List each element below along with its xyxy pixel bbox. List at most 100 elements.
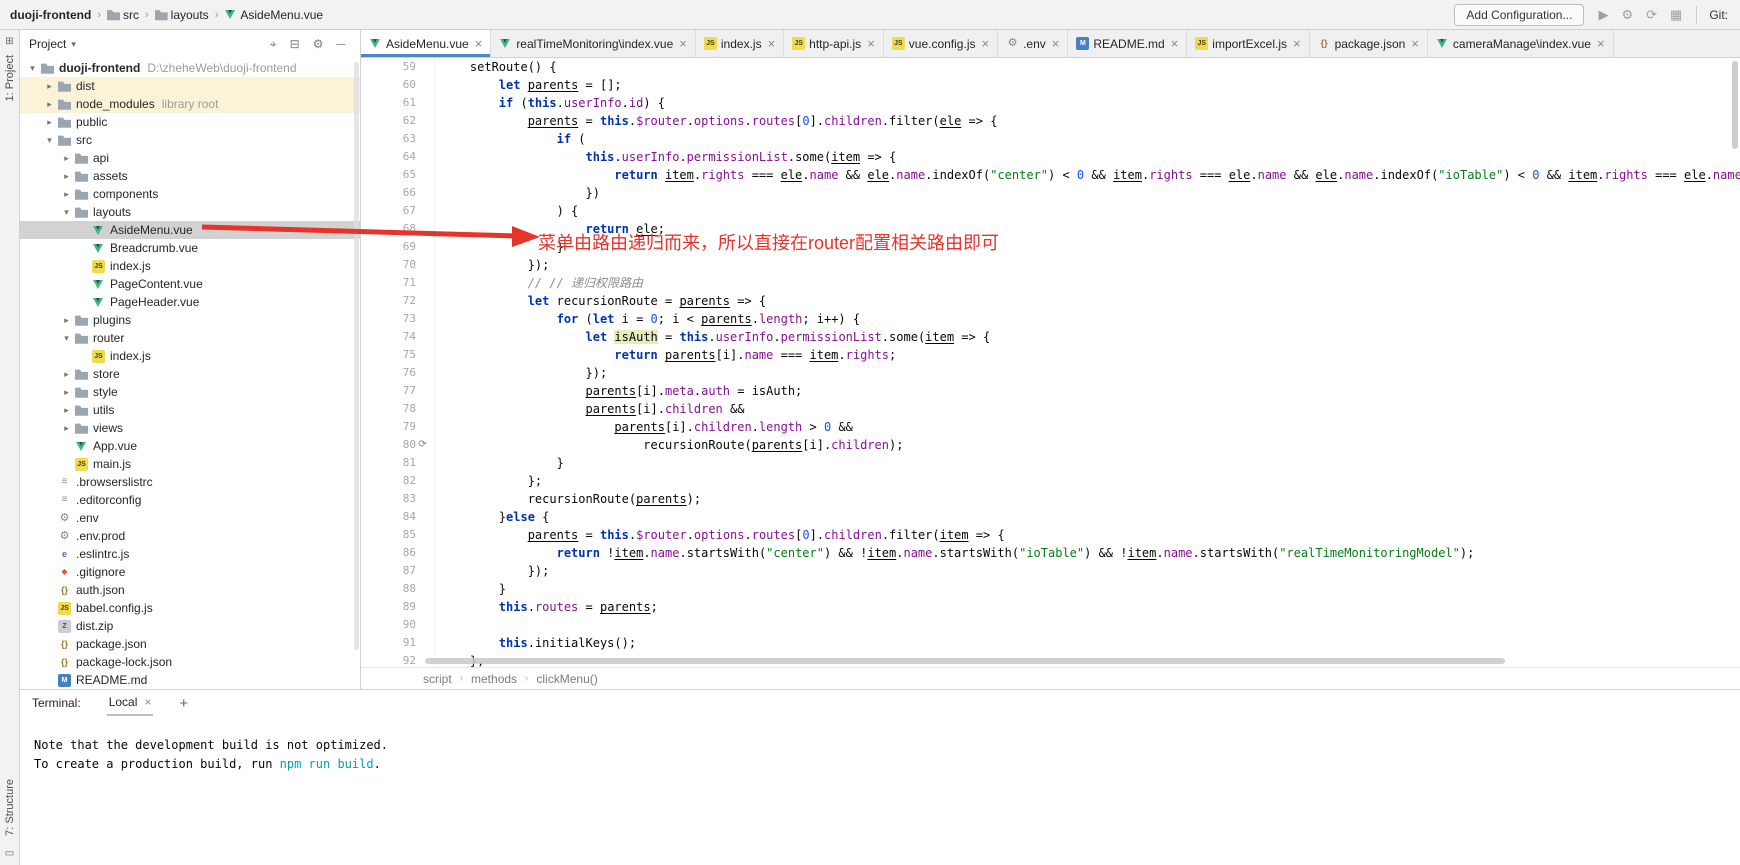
code-line[interactable]: 82 }; [361,472,1740,490]
code-line[interactable]: 64 this.userInfo.permissionList.some(ite… [361,148,1740,166]
editor-tab[interactable]: cameraManage\index.vue× [1428,30,1614,57]
chevron-expanded-icon[interactable]: ▾ [60,333,73,344]
code-line[interactable]: 89 this.routes = parents; [361,598,1740,616]
grid-icon[interactable]: ▦ [1670,7,1682,23]
code-line[interactable]: 62 parents = this.$router.options.routes… [361,112,1740,130]
tree-item[interactable]: ▸api [20,149,360,167]
code-line[interactable]: 80⟳ recursionRoute(parents[i].children); [361,436,1740,454]
tree-item[interactable]: ▸views [20,419,360,437]
tree-item[interactable]: ▾duoji-frontendD:\zheheWeb\duoji-fronten… [20,59,360,77]
tree-item[interactable]: ▸utils [20,401,360,419]
tree-item[interactable]: ◆.gitignore [20,563,360,581]
code-line[interactable]: 88 } [361,580,1740,598]
chevron-collapsed-icon[interactable]: ▸ [43,117,56,128]
tree-item[interactable]: ▸style [20,383,360,401]
editor-tab[interactable]: realTimeMonitoring\index.vue× [491,30,696,57]
editor-tab[interactable]: JSvue.config.js× [884,30,998,57]
tree-item[interactable]: {}package.json [20,635,360,653]
tab-close-icon[interactable]: × [1171,36,1179,51]
chevron-expanded-icon[interactable]: ▾ [60,207,73,218]
chevron-collapsed-icon[interactable]: ▸ [43,99,56,110]
horizontal-scrollbar[interactable] [425,658,1505,664]
code-line[interactable]: 90 [361,616,1740,634]
breadcrumb-item[interactable]: duoji-frontend [10,8,91,22]
terminal-output[interactable]: Note that the development build is not o… [20,716,1740,865]
tree-item[interactable]: {}auth.json [20,581,360,599]
chevron-collapsed-icon[interactable]: ▸ [60,153,73,164]
project-tool-icon[interactable]: ⊞ [5,36,13,47]
tab-close-icon[interactable]: × [1597,36,1605,51]
project-view-selector[interactable]: Project ▾ [29,37,76,51]
tree-item[interactable]: JSindex.js [20,347,360,365]
project-tool-tab[interactable]: 1: Project [4,55,16,101]
chevron-collapsed-icon[interactable]: ▸ [60,171,73,182]
sync-icon[interactable]: ⟳ [1646,7,1657,23]
tree-item[interactable]: e.eslintrc.js [20,545,360,563]
tree-item[interactable]: ▸plugins [20,311,360,329]
tree-item[interactable]: ⚙.env [20,509,360,527]
code-editor[interactable]: 59 setRoute() {60 let parents = [];61 if… [361,58,1740,667]
code-line[interactable]: 65 return item.rights === ele.name && el… [361,166,1740,184]
code-line[interactable]: 78 parents[i].children && [361,400,1740,418]
code-line[interactable]: 61 if (this.userInfo.id) { [361,94,1740,112]
run-icon[interactable]: ▶ [1598,7,1608,23]
editor-breadcrumb-item[interactable]: script [423,672,452,686]
code-line[interactable]: 74 let isAuth = this.userInfo.permission… [361,328,1740,346]
tree-item[interactable]: App.vue [20,437,360,455]
chevron-collapsed-icon[interactable]: ▸ [60,405,73,416]
editor-tab[interactable]: MREADME.md× [1068,30,1187,57]
code-line[interactable]: 63 if ( [361,130,1740,148]
chevron-collapsed-icon[interactable]: ▸ [60,423,73,434]
tree-item[interactable]: AsideMenu.vue [20,221,360,239]
tree-item[interactable]: JSmain.js [20,455,360,473]
tree-item[interactable]: ▸components [20,185,360,203]
editor-tab[interactable]: JSimportExcel.js× [1187,30,1309,57]
tree-item[interactable]: JSbabel.config.js [20,599,360,617]
collapse-all-icon[interactable]: ⊟ [290,37,300,52]
code-line[interactable]: 81 } [361,454,1740,472]
chevron-collapsed-icon[interactable]: ▸ [60,369,73,380]
editor-breadcrumb-item[interactable]: methods [471,672,517,686]
tree-item[interactable]: ▸public [20,113,360,131]
code-line[interactable]: 77 parents[i].meta.auth = isAuth; [361,382,1740,400]
locate-icon[interactable]: ⌖ [270,37,277,52]
new-terminal-button[interactable]: + [179,695,188,712]
chevron-collapsed-icon[interactable]: ▸ [60,387,73,398]
project-scrollbar[interactable] [354,62,359,650]
structure-tool-tab[interactable]: 7: Structure [4,779,16,836]
tree-item[interactable]: ≡.browserslistrc [20,473,360,491]
tree-item[interactable]: Zdist.zip [20,617,360,635]
chevron-expanded-icon[interactable]: ▾ [26,63,39,74]
code-line[interactable]: 91 this.initialKeys(); [361,634,1740,652]
editor-tab[interactable]: AsideMenu.vue× [361,30,491,57]
editor-tab[interactable]: {}package.json× [1310,30,1428,57]
tab-close-icon[interactable]: × [1411,36,1419,51]
editor-tab[interactable]: JSindex.js× [696,30,784,57]
tab-close-icon[interactable]: × [768,36,776,51]
chevron-expanded-icon[interactable]: ▾ [43,135,56,146]
editor-tab[interactable]: JShttp-api.js× [784,30,884,57]
tree-item[interactable]: Breadcrumb.vue [20,239,360,257]
tree-item[interactable]: ▸dist [20,77,360,95]
scrollbar-thumb[interactable] [1732,61,1738,149]
code-line[interactable]: 67 ) { [361,202,1740,220]
hide-icon[interactable]: ─ [336,37,345,52]
tab-close-icon[interactable]: × [1293,36,1301,51]
code-line[interactable]: 86 return !item.name.startsWith("center"… [361,544,1740,562]
chevron-collapsed-icon[interactable]: ▸ [43,81,56,92]
chevron-collapsed-icon[interactable]: ▸ [60,189,73,200]
editor-tab[interactable]: ⚙.env× [998,30,1068,57]
code-line[interactable]: 73 for (let i = 0; i < parents.length; i… [361,310,1740,328]
tree-item[interactable]: ▸node_moduleslibrary root [20,95,360,113]
code-line[interactable]: 87 }); [361,562,1740,580]
tree-item[interactable]: PageHeader.vue [20,293,360,311]
vertical-scrollbar[interactable] [1730,58,1740,667]
code-line[interactable]: 59 setRoute() { [361,58,1740,76]
tree-item[interactable]: ▾src [20,131,360,149]
tree-item[interactable]: ▸assets [20,167,360,185]
tree-item[interactable]: ▸store [20,365,360,383]
tree-item[interactable]: PageContent.vue [20,275,360,293]
tree-item[interactable]: ▾router [20,329,360,347]
code-line[interactable]: 70 }); [361,256,1740,274]
tab-close-icon[interactable]: × [1052,36,1060,51]
